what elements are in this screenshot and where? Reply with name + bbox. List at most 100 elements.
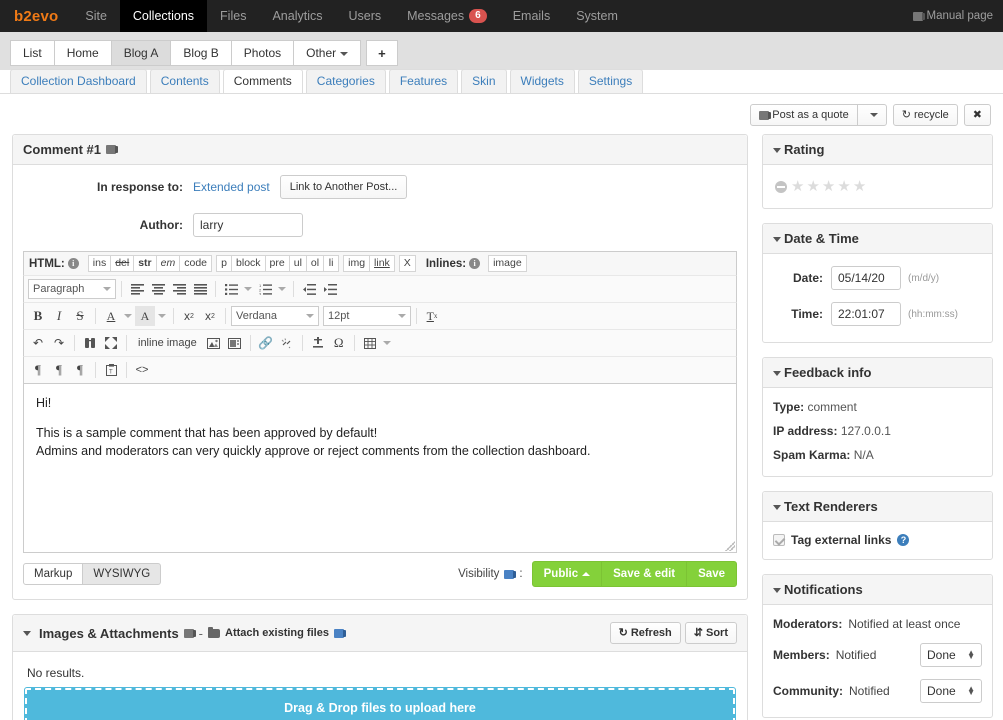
- file-dropzone[interactable]: Drag & Drop files to upload here or clic…: [24, 687, 736, 720]
- tag-external-links-checkbox[interactable]: [773, 534, 785, 546]
- save-button[interactable]: Save: [686, 561, 737, 587]
- tab-contents[interactable]: Contents: [149, 69, 220, 93]
- redo-icon[interactable]: ↷: [49, 333, 69, 353]
- numbered-list-icon[interactable]: 123: [255, 279, 275, 299]
- tag-external-links-row[interactable]: Tag external links ?: [773, 533, 982, 547]
- members-status-select[interactable]: Done ▲ ▼: [920, 643, 982, 667]
- help-icon[interactable]: ?: [897, 534, 910, 546]
- nav-item-files[interactable]: Files: [207, 0, 259, 32]
- collection-tab-home[interactable]: Home: [53, 40, 112, 66]
- bullet-list-icon[interactable]: [221, 279, 241, 299]
- author-input[interactable]: [193, 213, 303, 237]
- superscript-icon[interactable]: x2: [200, 306, 220, 326]
- rating-clear-icon[interactable]: [775, 180, 787, 193]
- align-center-icon[interactable]: [148, 279, 168, 299]
- special-character-icon[interactable]: Ω: [329, 333, 349, 353]
- rating-star-2[interactable]: ★: [806, 179, 819, 194]
- in-response-to-post-link[interactable]: Extended post: [193, 180, 270, 194]
- html-btn-p[interactable]: p: [216, 255, 233, 272]
- save-and-edit-button[interactable]: Save & edit: [601, 561, 688, 587]
- collection-tab-other[interactable]: Other: [293, 40, 362, 66]
- recycle-button[interactable]: ↻ recycle: [892, 104, 958, 126]
- add-collection-button[interactable]: +: [366, 40, 398, 66]
- font-family-select[interactable]: Verdana: [231, 306, 319, 326]
- paragraph-format-select[interactable]: Paragraph: [28, 279, 116, 299]
- insert-link-icon[interactable]: 🔗: [256, 333, 276, 353]
- insert-image-icon[interactable]: [204, 333, 224, 353]
- editor-mode-wysiwyg[interactable]: WYSIWYG: [82, 563, 162, 585]
- inline-image-button[interactable]: inline image: [132, 337, 203, 349]
- insert-anchor-icon[interactable]: [308, 333, 328, 353]
- subscript-icon[interactable]: x2: [179, 306, 199, 326]
- tab-skin[interactable]: Skin: [461, 69, 507, 93]
- visibility-public-button[interactable]: Public: [531, 561, 603, 587]
- link-to-another-post-button[interactable]: Link to Another Post...: [279, 175, 408, 199]
- html-btn-link[interactable]: link: [369, 255, 395, 272]
- rtl-direction-icon[interactable]: ¶: [70, 360, 90, 380]
- rating-star-5[interactable]: ★: [853, 179, 866, 194]
- bold-icon[interactable]: B: [28, 306, 48, 326]
- rating-star-3[interactable]: ★: [822, 179, 835, 194]
- brand-logo[interactable]: b2evo: [0, 0, 72, 32]
- ltr-direction-icon[interactable]: ¶: [49, 360, 69, 380]
- sort-button[interactable]: ⇵ Sort: [684, 622, 737, 644]
- nav-item-system[interactable]: System: [563, 0, 631, 32]
- rating-star-1[interactable]: ★: [791, 179, 804, 194]
- align-left-icon[interactable]: [127, 279, 147, 299]
- collection-tab-list[interactable]: List: [10, 40, 55, 66]
- html-btn-pre[interactable]: pre: [264, 255, 290, 272]
- insert-media-icon[interactable]: [225, 333, 245, 353]
- unlink-icon[interactable]: [277, 333, 297, 353]
- close-button[interactable]: ✖: [963, 104, 991, 126]
- nav-item-messages[interactable]: Messages 6: [394, 0, 500, 32]
- collapse-triangle-icon[interactable]: [773, 237, 781, 243]
- font-size-select[interactable]: 12pt: [323, 306, 411, 326]
- align-justify-icon[interactable]: [190, 279, 210, 299]
- attach-help-icon[interactable]: [333, 628, 346, 638]
- table-options-dropdown-icon[interactable]: [381, 333, 393, 353]
- html-btn-ins[interactable]: ins: [87, 255, 112, 272]
- html-btn-ol[interactable]: ol: [305, 255, 325, 272]
- attach-existing-files-link[interactable]: Attach existing files: [225, 627, 329, 639]
- fullscreen-icon[interactable]: [101, 333, 121, 353]
- post-as-quote-button[interactable]: Post as a quote: [750, 104, 858, 126]
- background-color-icon[interactable]: A: [135, 306, 155, 326]
- html-btn-str[interactable]: str: [133, 255, 157, 272]
- help-book-icon[interactable]: [106, 145, 119, 154]
- insert-table-icon[interactable]: [360, 333, 380, 353]
- collapse-triangle-icon[interactable]: [773, 148, 781, 154]
- tab-collection-dashboard[interactable]: Collection Dashboard: [10, 69, 147, 93]
- info-icon[interactable]: i: [67, 258, 79, 269]
- tab-features[interactable]: Features: [388, 69, 459, 93]
- clear-formatting-icon[interactable]: Tx: [422, 306, 442, 326]
- collection-tab-photos[interactable]: Photos: [230, 40, 295, 66]
- align-right-icon[interactable]: [169, 279, 189, 299]
- bullet-list-options-icon[interactable]: [242, 279, 254, 299]
- html-btn-block[interactable]: block: [231, 255, 266, 272]
- date-input[interactable]: [831, 266, 901, 290]
- html-btn-em[interactable]: em: [155, 255, 181, 272]
- manual-page-link[interactable]: Manual page: [912, 0, 1003, 32]
- nav-item-collections[interactable]: Collections: [119, 0, 208, 32]
- undo-icon[interactable]: ↶: [28, 333, 48, 353]
- tab-categories[interactable]: Categories: [305, 69, 386, 93]
- tab-widgets[interactable]: Widgets: [509, 69, 575, 93]
- html-btn-ul[interactable]: ul: [288, 255, 307, 272]
- nav-item-emails[interactable]: Emails: [500, 0, 564, 32]
- indent-icon[interactable]: [320, 279, 340, 299]
- show-paragraph-marks-icon[interactable]: ¶: [28, 360, 48, 380]
- collapse-triangle-icon[interactable]: [773, 505, 781, 511]
- comment-body-editor[interactable]: Hi! This is a sample comment that has be…: [23, 383, 737, 553]
- italic-icon[interactable]: I: [49, 306, 69, 326]
- html-btn-code[interactable]: code: [179, 255, 213, 272]
- nav-item-users[interactable]: Users: [335, 0, 394, 32]
- tab-settings[interactable]: Settings: [577, 69, 644, 93]
- nav-item-site[interactable]: Site: [72, 0, 120, 32]
- source-code-icon[interactable]: <>: [132, 360, 152, 380]
- background-color-dropdown-icon[interactable]: [156, 306, 168, 326]
- tab-comments[interactable]: Comments: [222, 69, 303, 93]
- outdent-icon[interactable]: [299, 279, 319, 299]
- html-btn-del[interactable]: del: [110, 255, 135, 272]
- refresh-button[interactable]: ↻ Refresh: [609, 622, 681, 644]
- inlines-btn-image[interactable]: image: [488, 255, 527, 272]
